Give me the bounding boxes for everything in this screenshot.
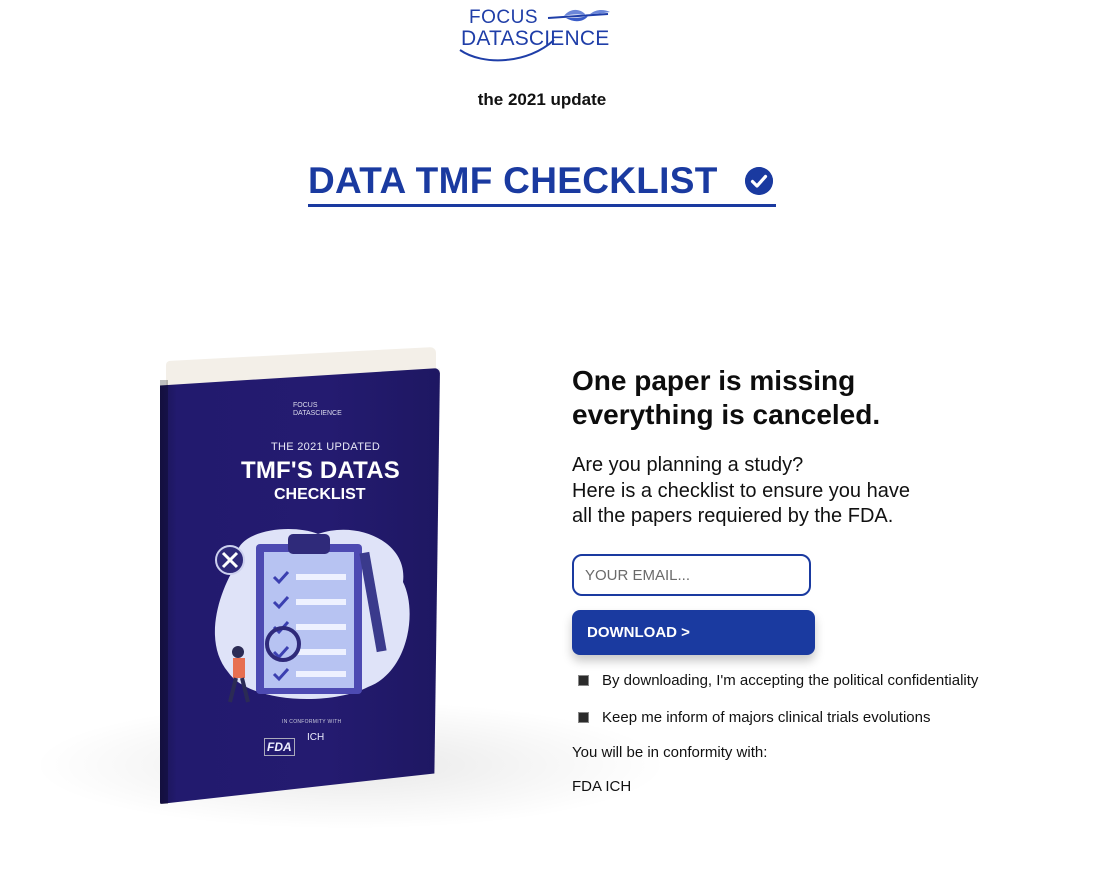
headline-line1: One paper is missing	[572, 365, 856, 396]
cover-logo-line2: DATASCIENCE	[293, 410, 342, 417]
dragonfly-icon	[547, 9, 610, 22]
conformity-values: FDA ICH	[572, 778, 632, 795]
logo-swoosh-icon	[459, 39, 555, 62]
brand-logo[interactable]: FOCUS DATASCIENCE	[458, 6, 618, 62]
headline-line2: everything is canceled.	[572, 399, 881, 430]
accept-confidentiality-label: By downloading, I'm accepting the politi…	[602, 672, 979, 689]
download-button[interactable]: DOWNLOAD >	[572, 610, 815, 655]
cover-logo-line1: FOCUS	[293, 402, 318, 409]
email-field[interactable]	[572, 554, 811, 596]
lede-line2: Here is a checklist to ensure you have	[572, 479, 910, 502]
lede-line1: Are you planning a study?	[572, 454, 804, 476]
book-spine	[160, 380, 168, 804]
newsletter-label: Keep me inform of majors clinical trials…	[602, 709, 931, 726]
checklist-illustration	[214, 529, 410, 703]
accept-confidentiality-checkbox[interactable]	[578, 675, 589, 686]
cover-ich-badge: ICH	[307, 732, 325, 743]
signup-description: Are you planning a study? Here is a chec…	[572, 453, 992, 530]
cover-kicker: THE 2021 UPDATED	[271, 441, 381, 453]
lede-line3: all the papers requiered by the FDA.	[572, 505, 894, 527]
newsletter-checkbox[interactable]	[578, 712, 589, 723]
cover-title-line2: CHECKLIST	[274, 486, 366, 503]
cover-title-line1: TMF'S DATAS	[241, 457, 400, 484]
cover-conformity-label: IN CONFORMITY WITH	[282, 719, 342, 725]
conformity-label: You will be in conformity with:	[572, 744, 768, 761]
page-subtitle: the 2021 update	[477, 90, 607, 109]
cover-logo: FOCUS DATASCIENCE	[293, 402, 343, 418]
logo-line-focus: FOCUS	[469, 7, 538, 28]
signup-headline: One paper is missing everything is cance…	[572, 364, 992, 432]
check-circle-icon	[745, 167, 773, 195]
page-title: DATA TMF CHECKLIST	[308, 158, 776, 207]
cover-fda-badge: FDA	[264, 738, 295, 756]
page-title-text: DATA TMF CHECKLIST	[308, 160, 718, 201]
